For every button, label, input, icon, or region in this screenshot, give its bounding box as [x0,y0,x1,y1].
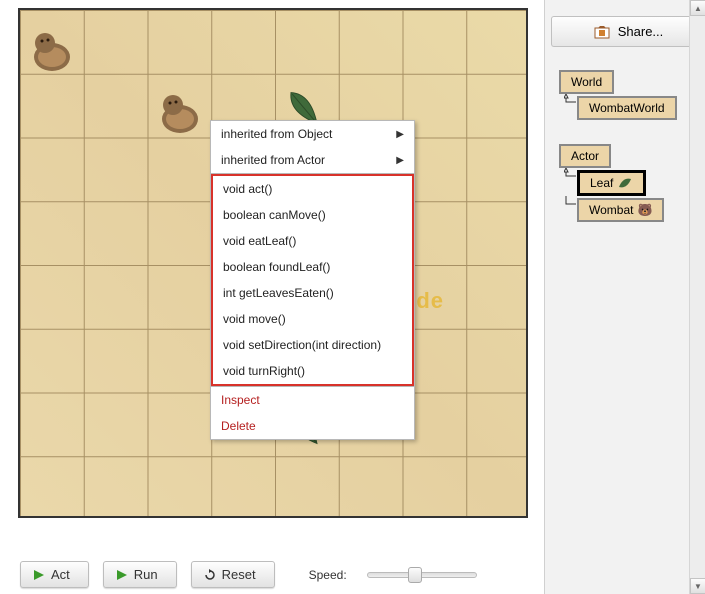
submenu-arrow-icon: ▶ [396,127,404,142]
class-label: World [571,75,602,89]
wombat-icon: 🐻 [637,203,652,217]
menu-label: inherited from Object [221,125,332,143]
reset-button[interactable]: Reset [191,561,275,588]
tree-connector-icon [564,168,578,182]
act-button[interactable]: Act [20,561,89,588]
run-button[interactable]: Run [103,561,177,588]
vertical-scrollbar[interactable]: ▲ ▼ [689,0,705,594]
menu-label: int getLeavesEaten() [223,284,334,302]
button-label: Share... [618,24,664,39]
menu-label: void setDirection(int direction) [223,336,381,354]
tree-connector-icon [564,196,578,210]
menu-inspect[interactable]: Inspect [211,387,414,413]
menu-method[interactable]: int getLeavesEaten() [213,280,412,306]
tree-child: Leaf [577,170,699,198]
class-label: WombatWorld [589,101,665,115]
tree-child: WombatWorld [577,96,699,122]
menu-label: void turnRight() [223,362,305,380]
tree-connector-icon [564,94,578,108]
scroll-down-button[interactable]: ▼ [690,578,705,594]
control-bar: Act Run Reset Speed: [20,561,477,588]
menu-label: inherited from Actor [221,151,325,169]
tree-group-actor: Actor Leaf Wombat 🐻 [559,144,699,224]
speed-slider-thumb[interactable] [408,567,422,583]
menu-method[interactable]: void act() [213,176,412,202]
class-tree: World WombatWorld Actor Leaf [559,70,699,224]
share-icon [594,25,610,39]
class-wombatworld[interactable]: WombatWorld [577,96,677,120]
scroll-up-button[interactable]: ▲ [690,0,705,16]
class-actor[interactable]: Actor [559,144,611,168]
menu-label: void eatLeaf() [223,232,296,250]
menu-method[interactable]: boolean foundLeaf() [213,254,412,280]
button-label: Act [51,567,70,582]
menu-method[interactable]: void move() [213,306,412,332]
menu-label: void move() [223,310,286,328]
share-button[interactable]: Share... [551,16,705,47]
button-label: Reset [222,567,256,582]
menu-method[interactable]: void setDirection(int direction) [213,332,412,358]
class-wombat[interactable]: Wombat 🐻 [577,198,664,222]
leaf-icon [617,177,633,189]
menu-label: boolean foundLeaf() [223,258,330,276]
play-icon [116,569,128,581]
button-label: Run [134,567,158,582]
menu-label: void act() [223,180,272,198]
class-world[interactable]: World [559,70,614,94]
menu-inherited-actor[interactable]: inherited from Actor ▶ [211,147,414,173]
submenu-arrow-icon: ▶ [396,153,404,168]
tree-child: Wombat 🐻 [577,198,699,224]
tree-group-world: World WombatWorld [559,70,699,122]
class-label: Actor [571,149,599,163]
speed-label: Speed: [309,568,347,582]
main-area: www.kidscode inherited from Object ▶ inh… [0,0,545,594]
class-label: Leaf [590,176,613,190]
menu-inherited-object[interactable]: inherited from Object ▶ [211,121,414,147]
menu-label: Delete [221,417,256,435]
actor-wombat[interactable] [24,22,80,78]
menu-label: boolean canMove() [223,206,326,224]
actor-wombat[interactable] [152,84,208,140]
menu-method[interactable]: void eatLeaf() [213,228,412,254]
reset-icon [204,569,216,581]
menu-method[interactable]: boolean canMove() [213,202,412,228]
menu-delete[interactable]: Delete [211,413,414,439]
method-list-highlight: void act() boolean canMove() void eatLea… [211,174,414,386]
right-panel: Share... World WombatWorld Actor Leaf [549,0,705,594]
context-menu: inherited from Object ▶ inherited from A… [210,120,415,440]
menu-method[interactable]: void turnRight() [213,358,412,384]
speed-slider[interactable] [367,572,477,578]
spacer [559,122,699,144]
class-leaf[interactable]: Leaf [577,170,646,196]
play-step-icon [33,569,45,581]
menu-label: Inspect [221,391,260,409]
class-label: Wombat [589,203,633,217]
